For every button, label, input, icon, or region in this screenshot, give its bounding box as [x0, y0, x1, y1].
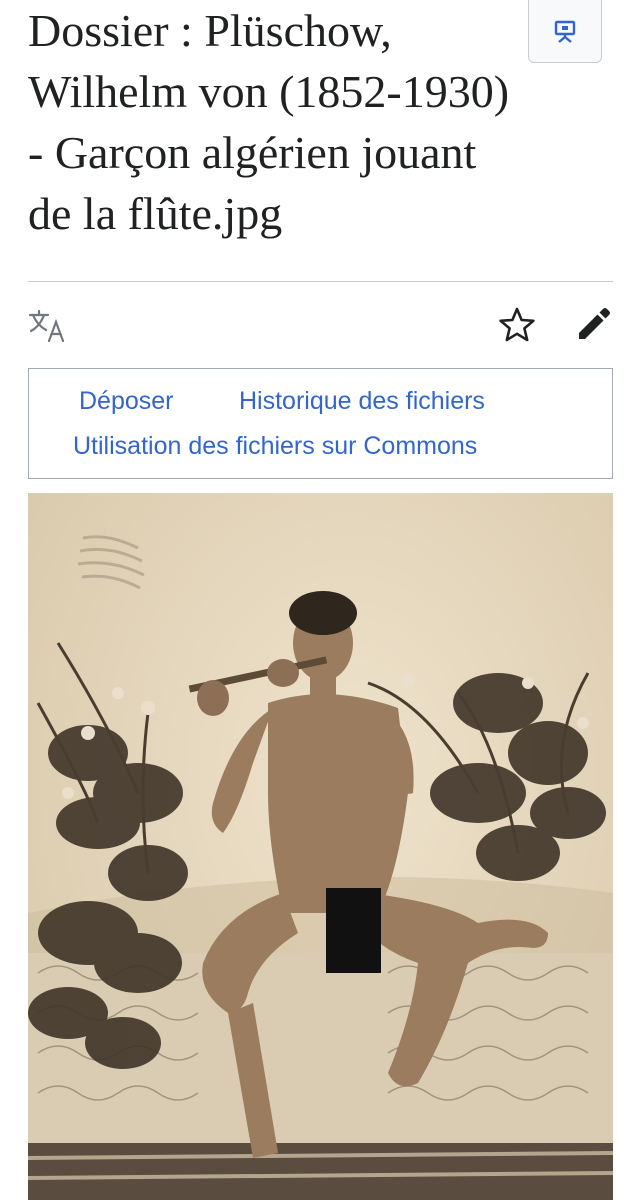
- file-navigation: Déposer Historique des fichiers Utilisat…: [28, 368, 613, 479]
- corner-menu-button[interactable]: [528, 0, 602, 63]
- translate-icon[interactable]: [28, 309, 66, 343]
- stain-marks: [77, 535, 145, 590]
- file-history-link[interactable]: Historique des fichiers: [239, 386, 485, 416]
- star-icon[interactable]: [497, 305, 537, 345]
- photo-illustration: [28, 535, 613, 1200]
- file-usage-link[interactable]: Utilisation des fichiers sur Commons: [73, 431, 477, 461]
- presentation-icon: [554, 20, 576, 43]
- patterned-cloth: [28, 953, 613, 1200]
- file-image[interactable]: [28, 493, 613, 1200]
- censor-block: [326, 888, 381, 973]
- upload-link[interactable]: Déposer: [79, 386, 174, 416]
- pencil-icon[interactable]: [574, 304, 614, 344]
- page-title: Dossier : Plüschow, Wilhelm von (1852-19…: [28, 5, 510, 239]
- title-divider: [28, 281, 613, 282]
- hair: [289, 591, 357, 635]
